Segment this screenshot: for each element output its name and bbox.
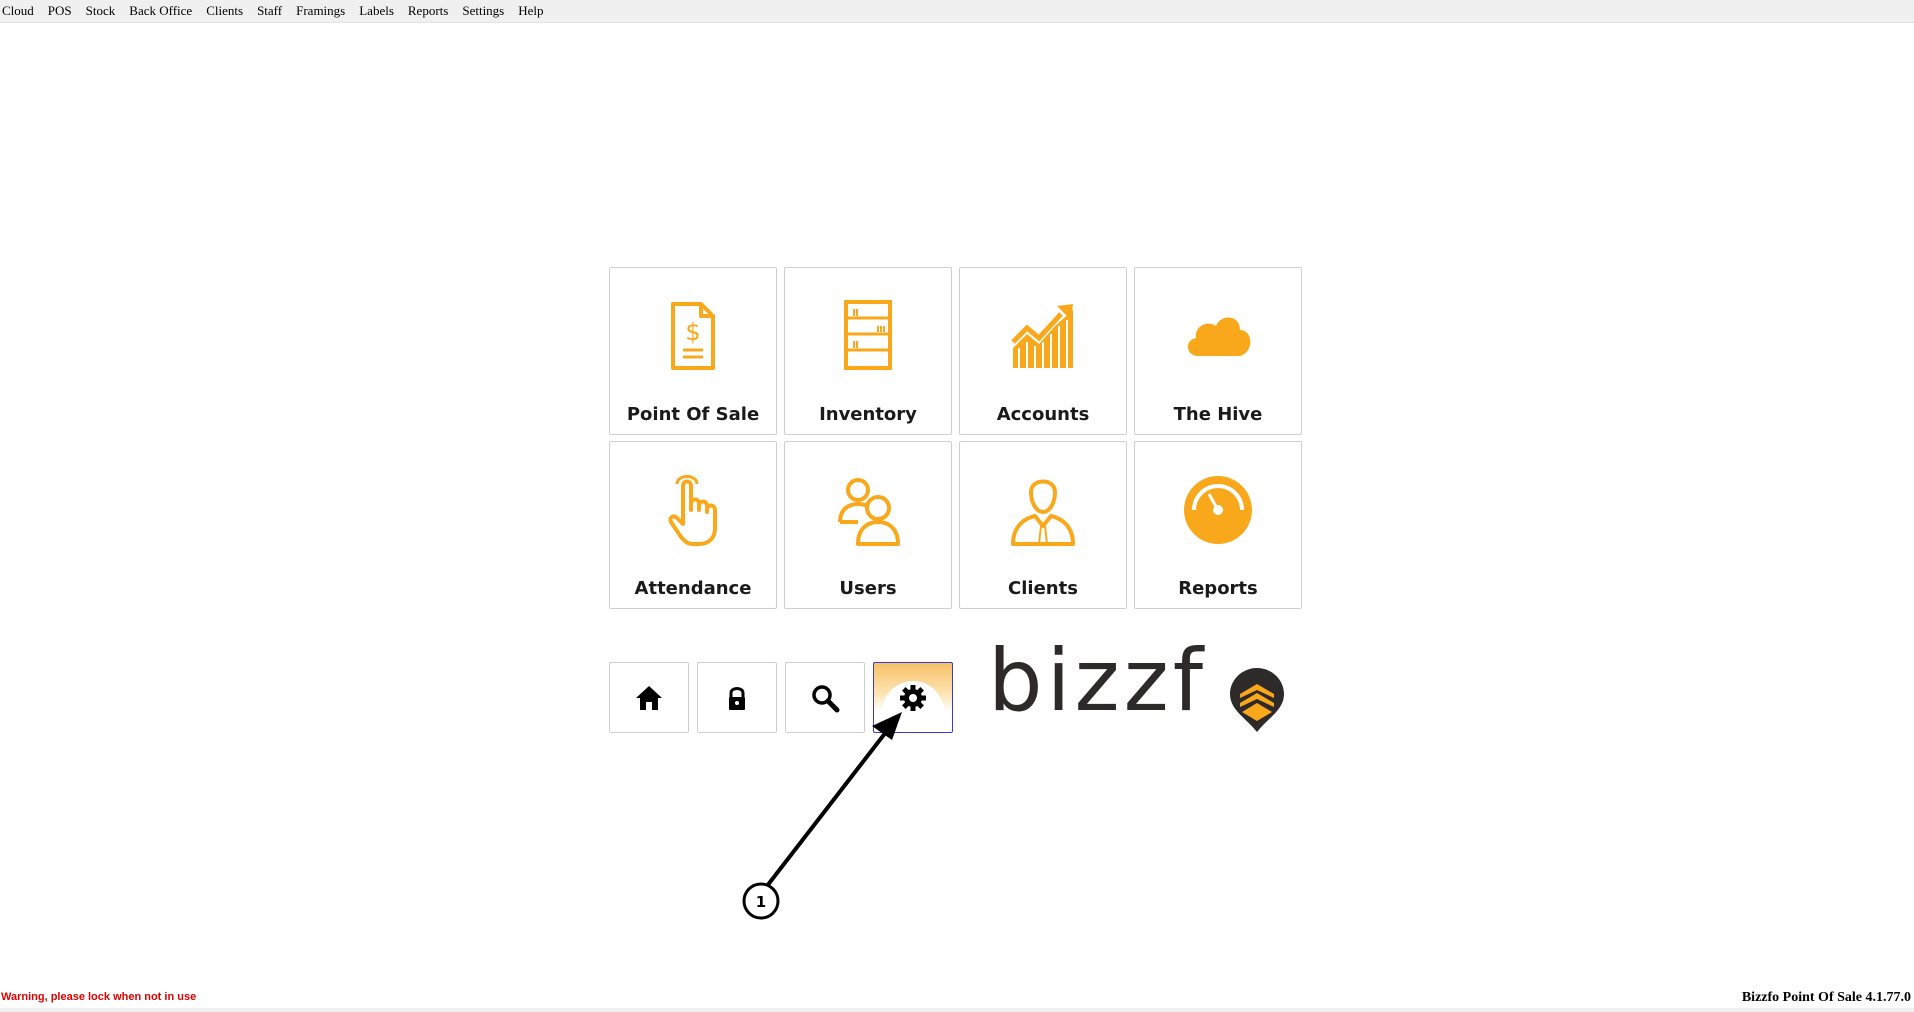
app-version: Bizzfo Point Of Sale 4.1.77.0 — [1741, 990, 1911, 1005]
users-icon — [838, 478, 900, 546]
tile-the-hive[interactable]: The Hive — [1134, 267, 1302, 435]
menu-stock[interactable]: Stock — [79, 0, 123, 22]
gauge-icon — [1184, 476, 1252, 544]
tile-clients[interactable]: Clients — [959, 441, 1127, 609]
menu-back-office[interactable]: Back Office — [122, 0, 199, 22]
step-marker — [742, 882, 780, 920]
tile-users[interactable]: Users — [784, 441, 952, 609]
shelves-icon — [844, 300, 892, 370]
cloud-icon — [1187, 317, 1251, 356]
logo-wordmark: bizzf — [988, 631, 1208, 731]
tile-reports[interactable]: Reports — [1134, 441, 1302, 609]
lock-button[interactable] — [697, 662, 777, 733]
gear-icon — [900, 684, 926, 711]
lock-icon — [729, 686, 745, 710]
tile-label: Reports — [1178, 578, 1258, 599]
tile-label: Attendance — [634, 578, 752, 599]
home-button[interactable] — [609, 662, 689, 733]
tile-label: Inventory — [819, 404, 917, 425]
home-icon — [636, 685, 662, 710]
menu-reports[interactable]: Reports — [401, 0, 455, 22]
lock-warning: Warning, please lock when not in use — [1, 991, 197, 1003]
settings-button[interactable] — [873, 662, 953, 733]
menu-settings[interactable]: Settings — [455, 0, 511, 22]
search-button[interactable] — [785, 662, 865, 733]
hand-pointer-icon — [668, 475, 717, 546]
bee-icon — [1230, 668, 1284, 732]
tile-attendance[interactable]: Attendance — [609, 441, 777, 609]
menu-clients[interactable]: Clients — [199, 0, 250, 22]
module-tile-grid: $ Point Of Sale Inventory Accounts The H… — [609, 267, 1302, 609]
menu-staff[interactable]: Staff — [250, 0, 289, 22]
invoice-icon: $ — [671, 302, 715, 370]
tile-label: Clients — [1008, 578, 1078, 599]
menu-framings[interactable]: Framings — [289, 0, 352, 22]
tile-label: Point Of Sale — [626, 404, 760, 425]
tile-label: The Hive — [1173, 404, 1263, 425]
bizzfo-logo: bizzf — [988, 636, 1288, 736]
tile-accounts[interactable]: Accounts — [959, 267, 1127, 435]
tile-inventory[interactable]: Inventory — [784, 267, 952, 435]
svg-text:$: $ — [685, 318, 700, 346]
search-icon — [812, 684, 840, 712]
menu-cloud[interactable]: Cloud — [0, 0, 41, 22]
step-number: 1 — [756, 893, 766, 911]
menu-bar: Cloud POS Stock Back Office Clients Staf… — [0, 0, 1914, 23]
menu-help[interactable]: Help — [511, 0, 550, 22]
menu-pos[interactable]: POS — [41, 0, 79, 22]
tile-point-of-sale[interactable]: $ Point Of Sale — [609, 267, 777, 435]
window-bottom-border — [0, 1008, 1914, 1012]
tile-label: Users — [839, 578, 897, 599]
tile-label: Accounts — [996, 404, 1090, 425]
client-icon — [1011, 479, 1075, 546]
menu-labels[interactable]: Labels — [352, 0, 401, 22]
growth-chart-icon — [1011, 304, 1073, 368]
